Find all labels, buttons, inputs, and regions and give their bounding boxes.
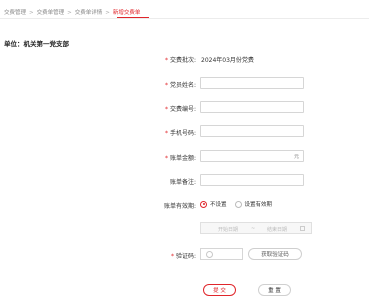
captcha-input[interactable]	[200, 248, 243, 260]
radio-set-validity-label[interactable]: 设置有效期	[245, 200, 273, 208]
batch-value: 2024年03月份党费	[201, 57, 254, 64]
captcha-refresh-icon[interactable]	[206, 251, 213, 258]
amount-unit: 元	[293, 154, 299, 160]
remark-input[interactable]	[200, 174, 304, 186]
breadcrumb-separator: >	[29, 10, 34, 16]
radio-no-validity-label[interactable]: 不设置	[210, 200, 227, 208]
name-label: * 党员姓名:	[164, 82, 196, 89]
breadcrumb-item-new-bill: 新增交费单	[112, 10, 141, 16]
date-start-placeholder: 开始日期	[218, 227, 239, 233]
date-range-separator: ~	[251, 226, 256, 232]
required-mark: *	[164, 57, 168, 64]
submit-button[interactable]: 提 交	[203, 284, 236, 296]
required-mark: *	[164, 82, 168, 89]
header-divider	[0, 18, 369, 19]
breadcrumb-separator: >	[105, 10, 110, 16]
name-input[interactable]	[200, 77, 304, 89]
breadcrumb-item-bill-management[interactable]: 交费单管理	[37, 10, 65, 16]
unit-title: 单位：机关第一党支部	[4, 40, 69, 48]
date-range-picker[interactable]: 开始日期 ~ 结束日期	[200, 222, 312, 234]
breadcrumb: 交费管理 > 交费单管理 > 交费单详情 > 新增交费单	[4, 8, 140, 16]
validity-radio-group: 不设置 设置有效期	[200, 199, 280, 209]
calendar-icon	[300, 226, 305, 231]
required-mark: *	[170, 253, 174, 260]
amount-input[interactable]: 元	[200, 150, 304, 162]
remark-label: 账单备注:	[169, 179, 196, 186]
radio-set-validity[interactable]	[234, 200, 242, 208]
required-mark: *	[164, 130, 168, 137]
required-mark: *	[164, 106, 168, 113]
breadcrumb-item-fee-management[interactable]: 交费管理	[4, 10, 26, 16]
batch-label: * 交费批次:	[164, 57, 196, 64]
phone-input[interactable]	[200, 125, 304, 137]
required-mark: *	[164, 155, 168, 162]
amount-label: * 账单金额:	[164, 155, 196, 162]
radio-no-validity[interactable]	[200, 200, 207, 208]
date-end-placeholder: 结束日期	[267, 227, 288, 233]
get-code-button[interactable]: 获取验证码	[248, 248, 302, 260]
breadcrumb-item-bill-detail[interactable]: 交费单详情	[75, 10, 103, 16]
phone-label: * 手机号码:	[164, 130, 196, 137]
id-input[interactable]	[200, 101, 304, 113]
id-label: * 交费编号:	[164, 106, 196, 113]
breadcrumb-separator: >	[67, 10, 72, 16]
reset-button[interactable]: 重 置	[258, 284, 291, 296]
captcha-label: * 验证码:	[170, 253, 196, 260]
validity-label: 账单有效期:	[163, 203, 196, 210]
